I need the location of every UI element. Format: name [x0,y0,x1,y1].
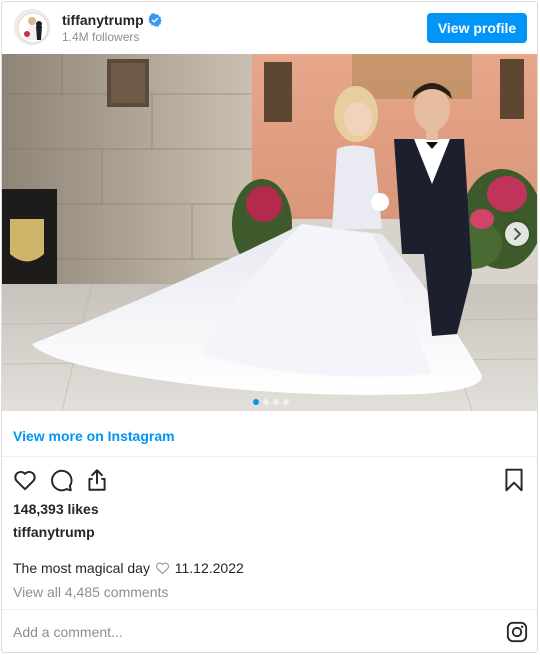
heart-icon[interactable] [12,467,38,493]
share-icon[interactable] [84,467,110,493]
username[interactable]: tiffanytrump [62,12,144,28]
carousel-dot [252,399,259,405]
comment-bar: Add a comment... [2,609,537,652]
view-profile-button[interactable]: View profile [427,13,527,43]
carousel-next-button[interactable] [505,222,529,246]
instagram-logo-icon[interactable] [506,621,528,643]
add-comment-input[interactable]: Add a comment... [13,624,123,640]
verified-badge-icon [148,13,162,27]
carousel-dot [282,399,289,405]
caption-date: 11.12.2022 [174,560,244,576]
instagram-embed-card: tiffanytrump 1.4M followers View profile [1,1,538,653]
bookmark-icon[interactable] [501,467,527,493]
post-caption: The most magical day 11.12.2022 [13,560,244,576]
carousel-dot [262,399,269,405]
comment-bubble-icon[interactable] [48,467,74,493]
view-comments-link[interactable]: View all 4,485 comments [13,584,168,600]
carousel-dots [2,392,537,410]
post-header: tiffanytrump 1.4M followers View profile [2,2,537,54]
chevron-right-icon [514,228,522,240]
post-owner-username[interactable]: tiffanytrump [13,524,95,540]
action-bar [2,462,537,498]
view-more-section: View more on Instagram [2,411,537,457]
wedding-photo [2,54,537,411]
caption-text: The most magical day [13,560,150,576]
avatar[interactable] [14,9,50,45]
follower-count: 1.4M followers [62,30,140,44]
like-count[interactable]: 148,393 likes [13,501,99,517]
heart-emoji-icon [155,562,169,575]
post-photo[interactable] [2,54,537,411]
view-more-link[interactable]: View more on Instagram [13,428,175,444]
carousel-dot [272,399,279,405]
